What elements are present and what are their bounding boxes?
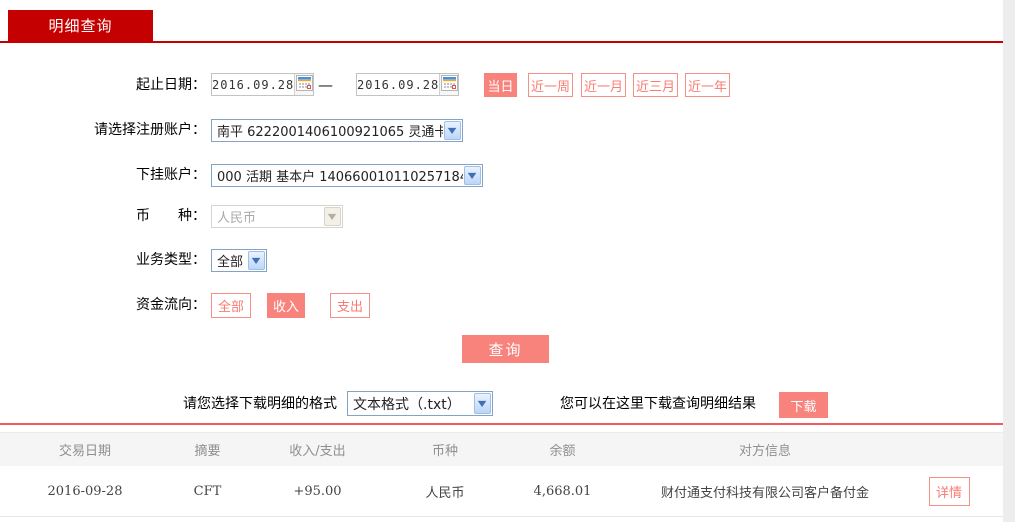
- quick-range-3-months-button[interactable]: 近三月: [633, 73, 678, 97]
- table-row: 2016-09-28 CFT +95.00 人民币 4,668.01 财付通支付…: [0, 466, 1003, 517]
- date-range-separator: —: [318, 76, 333, 94]
- business-type-value: 全部: [212, 250, 247, 271]
- quick-range-last-month-button[interactable]: 近一月: [581, 73, 626, 97]
- table-top-divider: [0, 423, 1003, 425]
- download-format-label: 请您选择下载明细的格式: [183, 392, 337, 417]
- calendar-icon: [296, 75, 313, 95]
- fund-flow-income-button[interactable]: 收入: [267, 293, 305, 318]
- quick-range-today-button[interactable]: 当日: [484, 73, 517, 97]
- end-date-input[interactable]: 2016.09.28: [356, 73, 459, 96]
- chevron-down-icon: ▼: [444, 121, 461, 140]
- end-date-value: 2016.09.28: [357, 74, 439, 95]
- currency-value: 人民币: [212, 206, 323, 227]
- currency-label: 币 种：: [0, 205, 206, 228]
- start-date-input[interactable]: 2016.09.28: [211, 73, 314, 96]
- download-format-value: 文本格式（.txt）: [348, 392, 473, 415]
- download-hint-label: 您可以在这里下载查询明细结果: [560, 392, 756, 417]
- quick-range-last-year-button[interactable]: 近一年: [685, 73, 730, 97]
- register-account-value: 南平 6222001406100921065 灵通卡: [212, 120, 443, 141]
- cell-balance: 4,668.01: [500, 484, 625, 499]
- cell-summary: CFT: [170, 484, 245, 499]
- business-type-label: 业务类型：: [0, 249, 206, 272]
- fund-flow-all-button[interactable]: 全部: [211, 293, 251, 318]
- tab-underline: [0, 41, 1003, 43]
- start-date-calendar-button[interactable]: [294, 74, 313, 95]
- chevron-down-icon: ▼: [464, 166, 481, 185]
- detail-button[interactable]: 详情: [929, 477, 970, 506]
- sub-account-label: 下挂账户：: [0, 164, 206, 187]
- end-date-calendar-button[interactable]: [439, 74, 458, 95]
- register-account-label: 请选择注册账户：: [0, 119, 206, 142]
- page-right-gutter: [1003, 0, 1015, 522]
- download-button[interactable]: 下载: [779, 392, 828, 418]
- currency-select: 人民币 ▼: [211, 205, 343, 228]
- chevron-down-icon: ▼: [324, 207, 341, 226]
- chevron-down-icon: ▼: [248, 251, 265, 270]
- header-currency: 币种: [390, 440, 500, 459]
- cell-counterparty: 财付通支付科技有限公司客户备付金: [625, 482, 905, 501]
- date-range-label: 起止日期：: [0, 73, 206, 97]
- business-type-select[interactable]: 全部 ▼: [211, 249, 267, 272]
- header-counterparty: 对方信息: [625, 440, 905, 459]
- header-summary: 摘要: [170, 440, 245, 459]
- cell-trade-date: 2016-09-28: [0, 484, 170, 499]
- quick-range-last-week-button[interactable]: 近一周: [528, 73, 573, 97]
- tab-label: 明细查询: [48, 15, 112, 36]
- cell-amount: +95.00: [245, 484, 390, 499]
- sub-account-select[interactable]: 000 活期 基本户 1406600101102571848 ▼: [211, 164, 483, 187]
- cell-action: 详情: [905, 477, 1003, 506]
- table-header-row: 交易日期 摘要 收入/支出 币种 余额 对方信息: [0, 432, 1003, 466]
- chevron-down-icon: ▼: [474, 393, 491, 414]
- header-trade-date: 交易日期: [0, 440, 170, 459]
- start-date-value: 2016.09.28: [212, 74, 294, 95]
- sub-account-value: 000 活期 基本户 1406600101102571848: [212, 165, 463, 186]
- tab-detail-query[interactable]: 明细查询: [8, 10, 153, 41]
- download-format-select[interactable]: 文本格式（.txt） ▼: [347, 391, 493, 416]
- register-account-select[interactable]: 南平 6222001406100921065 灵通卡 ▼: [211, 119, 463, 142]
- calendar-icon: [441, 75, 458, 95]
- fund-flow-label: 资金流向：: [0, 293, 206, 318]
- detail-query-page: 明细查询 起止日期： 2016.09.28 — 2016.09.: [0, 0, 1015, 522]
- fund-flow-expense-button[interactable]: 支出: [330, 293, 370, 318]
- header-balance: 余额: [500, 440, 625, 459]
- cell-currency: 人民币: [390, 482, 500, 501]
- header-income-expense: 收入/支出: [245, 440, 390, 459]
- query-button[interactable]: 查询: [462, 335, 549, 363]
